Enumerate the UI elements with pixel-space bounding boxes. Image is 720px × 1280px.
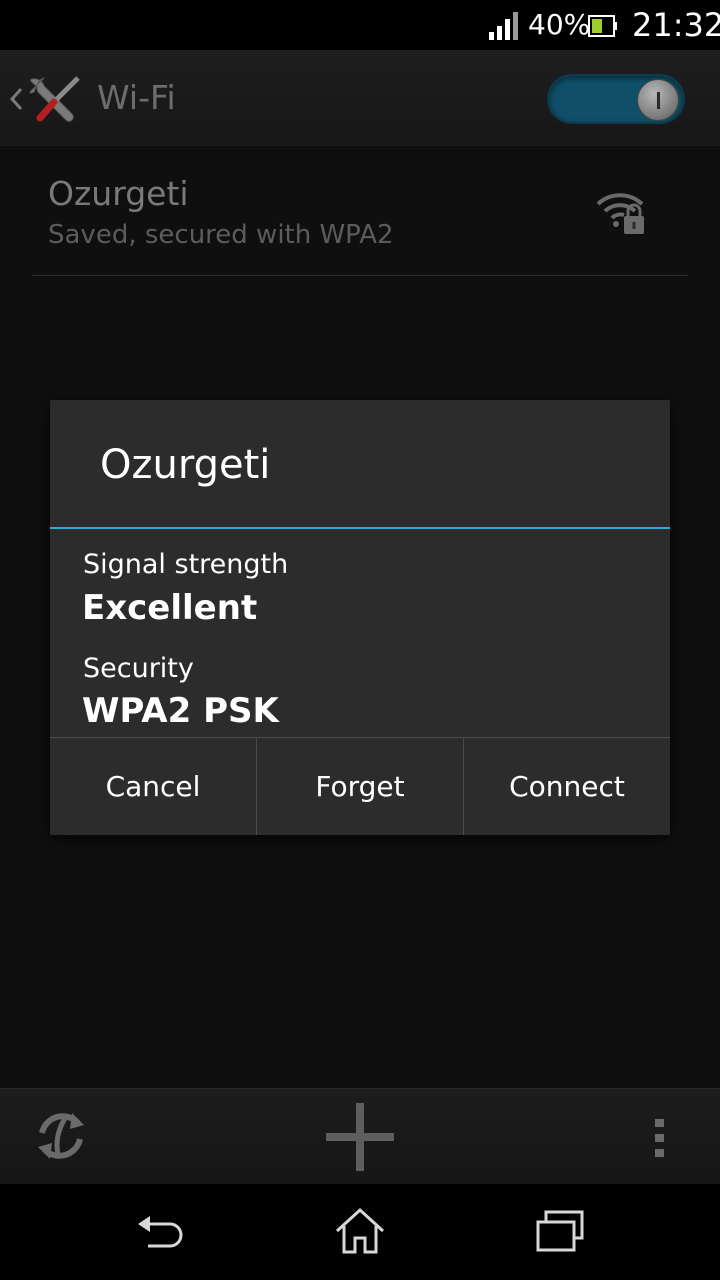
recent-apps-icon[interactable] — [534, 1208, 586, 1254]
dialog-title-divider — [50, 527, 670, 529]
action-bar: Wi-Fi — [0, 50, 720, 146]
security-label: Security — [83, 653, 194, 684]
add-icon[interactable] — [326, 1103, 394, 1171]
chevron-left-icon[interactable] — [6, 86, 26, 112]
dialog-button-bar: Cancel Forget Connect — [50, 737, 670, 835]
security-value: WPA2 PSK — [82, 691, 279, 731]
network-status: Saved, secured with WPA2 — [48, 220, 394, 250]
dialog-title: Ozurgeti — [100, 442, 271, 488]
back-icon[interactable] — [134, 1210, 186, 1254]
battery-percent: 40% — [528, 8, 591, 41]
network-dialog: Ozurgeti Signal strength Excellent Secur… — [50, 400, 670, 835]
network-list-item[interactable]: Ozurgeti Saved, secured with WPA2 — [32, 150, 688, 276]
battery-icon — [588, 15, 617, 37]
signal-strength-label: Signal strength — [83, 549, 289, 580]
connect-button[interactable]: Connect — [464, 738, 670, 835]
settings-tools-icon[interactable] — [30, 72, 86, 128]
refresh-icon[interactable] — [32, 1107, 90, 1165]
signal-strength-value: Excellent — [82, 588, 258, 628]
page-title: Wi-Fi — [97, 78, 176, 117]
cancel-button[interactable]: Cancel — [50, 738, 257, 835]
clock: 21:32 — [632, 6, 720, 44]
navigation-bar — [0, 1184, 720, 1280]
forget-button[interactable]: Forget — [257, 738, 464, 835]
toggle-knob[interactable] — [637, 79, 679, 121]
overflow-menu-icon[interactable] — [650, 1117, 670, 1159]
bottom-toolbar — [0, 1088, 720, 1184]
status-bar: 40% 21:32 — [0, 0, 720, 50]
wifi-lock-icon — [596, 193, 644, 234]
signal-strength-icon — [489, 12, 518, 40]
network-name: Ozurgeti — [48, 174, 189, 213]
wifi-toggle-switch[interactable] — [547, 74, 685, 124]
home-icon[interactable] — [334, 1206, 386, 1256]
